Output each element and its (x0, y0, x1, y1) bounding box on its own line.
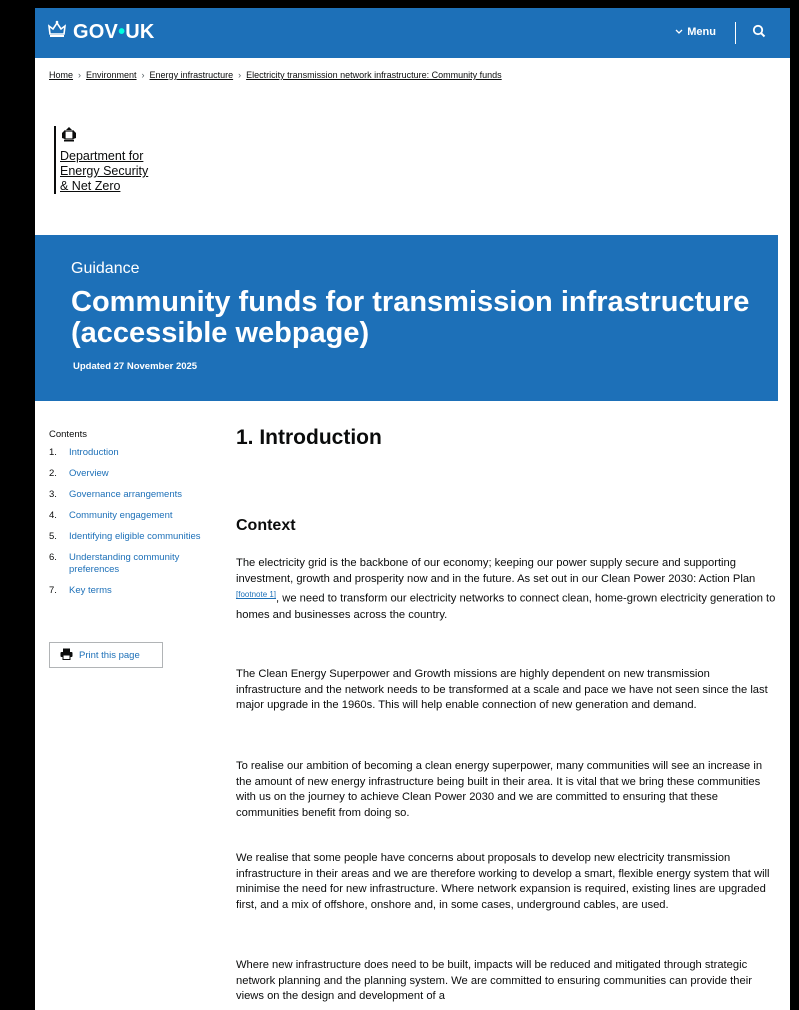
main-content: 1. Introduction Context The electricity … (236, 426, 776, 1002)
breadcrumb-energy-infrastructure[interactable]: Energy infrastructure (150, 70, 234, 80)
contents-item: 2. Overview (49, 468, 109, 480)
organisation-logo[interactable]: Department for Energy Security & Net Zer… (54, 126, 148, 194)
paragraph-3: To realise our ambition of becoming a cl… (236, 760, 763, 819)
govuk-logo[interactable]: GOV•UK (47, 20, 155, 44)
contents-item: 5. Identifying eligible communities (49, 531, 201, 543)
organisation-name-line1[interactable]: Department for (60, 149, 148, 164)
contents-link-key-terms[interactable]: Key terms (69, 585, 112, 597)
chevron-down-icon (675, 26, 683, 38)
breadcrumb-chevron-icon: › (78, 70, 82, 80)
page-title: Community funds for transmission infrast… (71, 286, 750, 349)
contents-item: 3. Governance arrangements (49, 489, 183, 501)
contents-link-eligible-communities[interactable]: Identifying eligible communities (69, 531, 200, 543)
breadcrumb-chevron-icon: › (238, 70, 242, 80)
printer-icon (60, 648, 73, 663)
contents-item: 4. Community engagement (49, 510, 173, 522)
updated-date: Updated 27 November 2025 (73, 361, 198, 372)
menu-label: Menu (687, 26, 716, 38)
subsection-heading: Context (236, 517, 296, 534)
contents-link-governance[interactable]: Governance arrangements (69, 489, 182, 501)
paragraph-2: The Clean Energy Superpower and Growth m… (236, 668, 768, 712)
search-button[interactable] (752, 24, 766, 43)
breadcrumb-environment[interactable]: Environment (86, 70, 137, 80)
breadcrumb-community-funds[interactable]: Electricity transmission network infrast… (246, 70, 502, 80)
contents-item: 7. Key terms (49, 585, 112, 597)
contents-link-engagement[interactable]: Community engagement (69, 510, 173, 522)
contents-link-overview[interactable]: Overview (69, 468, 109, 480)
footnote-link[interactable]: [footnote 1] (236, 590, 276, 599)
contents-item: 1. Introduction (49, 447, 119, 459)
organisation-name-line3[interactable]: & Net Zero (60, 179, 148, 194)
contents-link-introduction[interactable]: Introduction (69, 447, 119, 459)
contents-label: Contents (49, 429, 88, 440)
contents-list: Contents 1. Introduction 2. Overview 3. Gov… (49, 429, 229, 606)
site-header: GOV•UK Menu (35, 8, 790, 58)
title-banner: Guidance Community funds for transmissio… (35, 235, 778, 401)
document-type: Guidance (71, 260, 140, 277)
paragraph-4: We realise that some people have concern… (236, 852, 770, 911)
print-page-button[interactable]: Print this page (49, 642, 163, 668)
header-divider (735, 22, 736, 44)
logo-text-left: GOV (73, 20, 119, 43)
paragraph-1: The electricity grid is the backbone of … (236, 557, 776, 621)
breadcrumb-home[interactable]: Home (49, 70, 73, 80)
print-page-label: Print this page (79, 649, 140, 661)
search-icon (752, 24, 766, 42)
contents-item: 6. Understanding community preferences (49, 552, 229, 576)
logo-text-right: UK (125, 20, 155, 43)
crown-icon (47, 20, 67, 44)
breadcrumb-chevron-icon: › (141, 70, 145, 80)
breadcrumb: Home › Environment › Energy infrastructu… (49, 70, 502, 80)
page: GOV•UK Menu Home › Environment › Energy … (35, 8, 790, 1010)
crest-icon (60, 126, 148, 147)
paragraph-5: Where new infrastructure does need to be… (236, 959, 752, 1003)
organisation-name-line2[interactable]: Energy Security (60, 164, 148, 179)
contents-link-community-preferences[interactable]: Understanding community preferences (69, 552, 229, 576)
section-heading: 1. Introduction (236, 426, 382, 449)
menu-button[interactable]: Menu (675, 26, 716, 38)
